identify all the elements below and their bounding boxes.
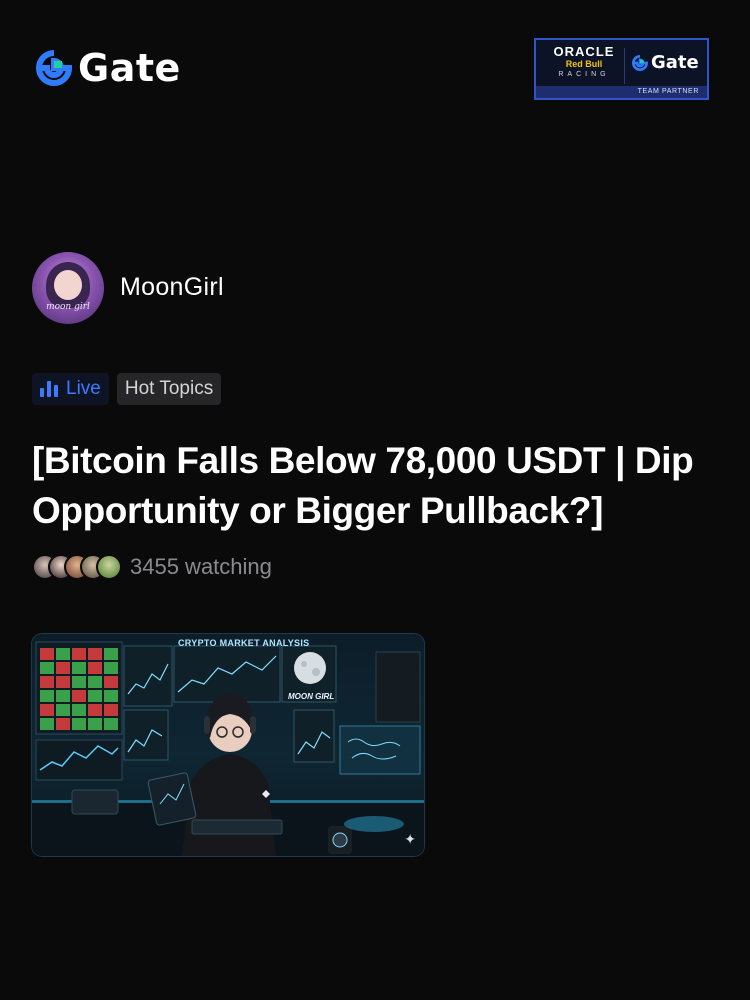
partner-strip: TEAM PARTNER xyxy=(536,86,707,98)
partner-racing: RACING xyxy=(558,71,610,78)
thumbnail-illustration xyxy=(32,641,424,856)
watcher-avatar xyxy=(96,554,122,580)
partner-oracle: ORACLE xyxy=(553,44,615,59)
partner-divider xyxy=(624,48,625,84)
gate-mini-icon xyxy=(632,54,648,71)
author-avatar[interactable]: moon girl xyxy=(32,252,104,324)
live-label: Live xyxy=(66,378,101,399)
stream-thumbnail[interactable]: CRYPTO MARKET ANALYSIS MOON GIRL ✦ xyxy=(32,634,424,856)
hot-topics-tag[interactable]: Hot Topics xyxy=(116,373,222,405)
post-tags: Live Hot Topics xyxy=(32,373,222,405)
thumbnail-moon-label: MOON GIRL xyxy=(288,692,335,701)
watcher-avatars xyxy=(32,554,122,580)
brand-name: Gate xyxy=(78,46,181,90)
gate-logo-icon xyxy=(36,50,72,86)
thumbnail-headline: CRYPTO MARKET ANALYSIS xyxy=(178,638,310,648)
watching-count: 3455 watching xyxy=(130,554,272,579)
team-partner-badge: ORACLE Red Bull RACING Gate TEAM PARTNER xyxy=(534,38,709,100)
avatar-signature: moon girl xyxy=(46,302,90,312)
avatar-face xyxy=(54,270,82,300)
gate-logo[interactable]: Gate xyxy=(36,46,181,90)
partner-redbull-label: Red Bull xyxy=(565,59,603,69)
partner-redbull: Red Bull xyxy=(544,59,624,70)
post-title[interactable]: [Bitcoin Falls Below 78,000 USDT | Dip O… xyxy=(32,436,722,536)
author-name[interactable]: MoonGirl xyxy=(120,273,224,302)
partner-brand: Gate xyxy=(651,52,699,73)
sparkle-icon: ✦ xyxy=(404,831,416,847)
live-bars-icon xyxy=(40,381,58,397)
live-tag[interactable]: Live xyxy=(32,373,109,405)
watchers-row: 3455 watching xyxy=(32,554,272,580)
